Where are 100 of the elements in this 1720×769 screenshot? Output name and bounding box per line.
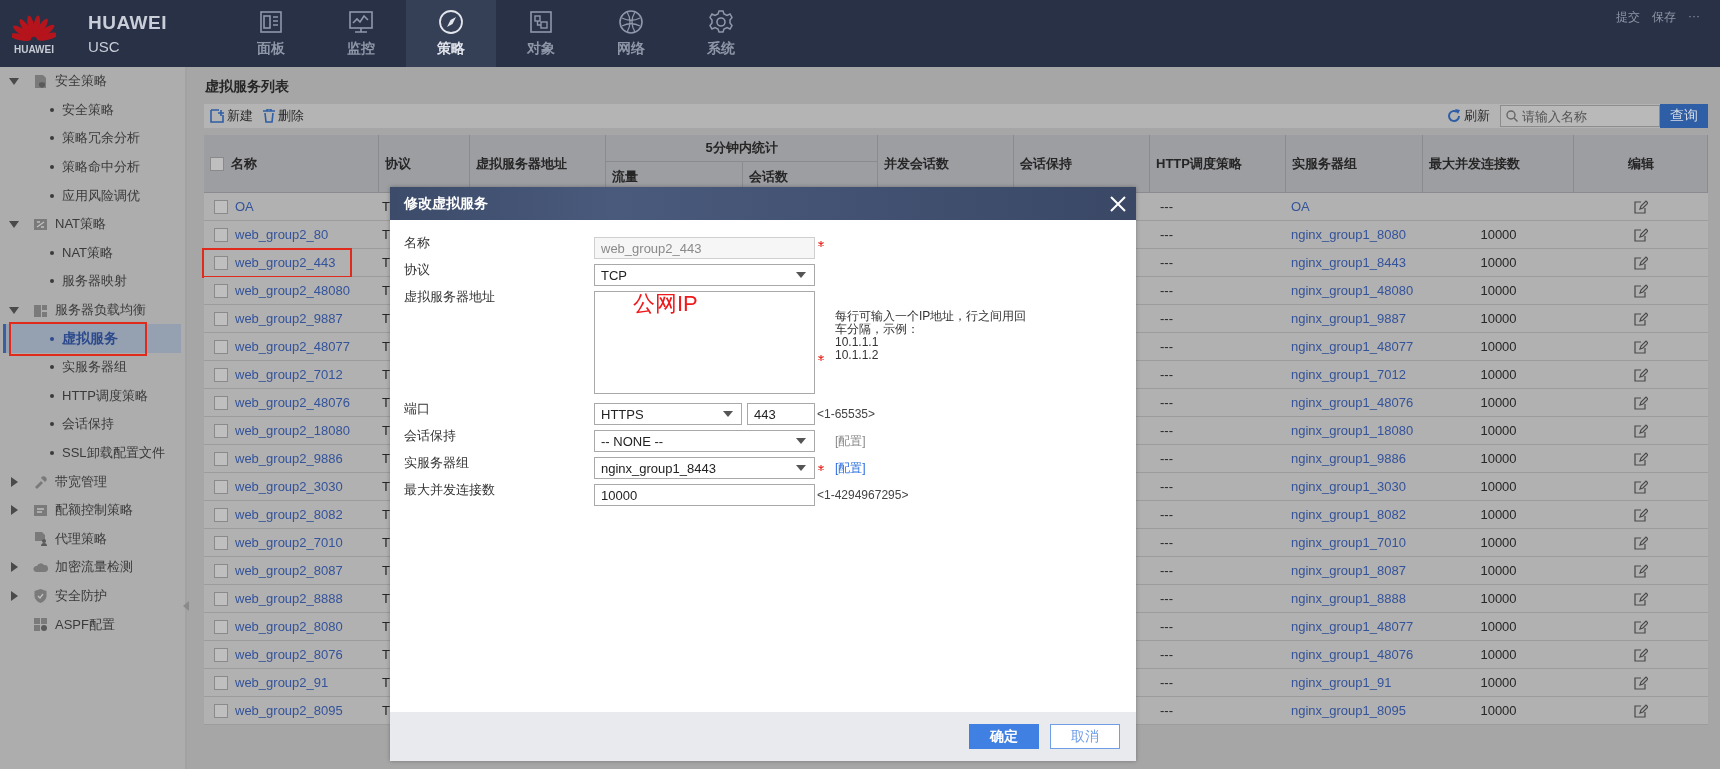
sidebar-item[interactable]: 实服务器组 (3, 352, 181, 382)
name-link[interactable]: web_group2_48076 (235, 395, 350, 410)
dropdown[interactable]: HTTPS (594, 403, 742, 425)
checkbox[interactable] (214, 311, 228, 326)
name-link[interactable]: web_group2_443 (235, 255, 336, 270)
nav-tab[interactable]: 策略 (406, 0, 496, 67)
checkbox[interactable] (214, 563, 228, 578)
name-link[interactable]: web_group2_7012 (235, 367, 343, 382)
delete-button[interactable]: 删除 (263, 107, 304, 125)
name-link[interactable]: web_group2_8082 (235, 507, 343, 522)
group-link[interactable]: nginx_group1_48076 (1291, 395, 1414, 410)
collapse-handle-icon[interactable] (183, 601, 189, 611)
caret-icon[interactable] (9, 476, 19, 487)
header-link[interactable]: ··· (1688, 9, 1700, 26)
edit-icon[interactable] (1634, 535, 1648, 550)
new-button[interactable]: 新建 (210, 107, 253, 125)
group-link[interactable]: nginx_group1_9886 (1291, 451, 1406, 466)
name-link[interactable]: web_group2_9887 (235, 311, 343, 326)
sidebar-item[interactable]: NAT策略 (3, 238, 181, 268)
edit-icon[interactable] (1634, 479, 1648, 494)
group-link[interactable]: nginx_group1_8080 (1291, 227, 1406, 242)
sidebar-item[interactable]: 策略命中分析 (3, 152, 181, 182)
edit-icon[interactable] (1634, 619, 1648, 634)
cancel-button[interactable]: 取消 (1050, 724, 1120, 749)
nav-tab[interactable]: 对象 (496, 0, 586, 67)
group-link[interactable]: nginx_group1_9887 (1291, 311, 1406, 326)
edit-icon[interactable] (1634, 283, 1648, 298)
checkbox[interactable] (214, 479, 228, 494)
text-area[interactable]: 公网IP (594, 291, 815, 394)
edit-icon[interactable] (1634, 395, 1648, 410)
name-link[interactable]: web_group2_48080 (235, 283, 350, 298)
sidebar-group[interactable]: 配额控制策略 (55, 501, 133, 520)
group-link[interactable]: nginx_group1_7012 (1291, 367, 1406, 382)
dropdown[interactable]: nginx_group1_8443 (594, 457, 815, 479)
checkbox[interactable] (214, 255, 228, 270)
checkbox[interactable] (214, 339, 228, 354)
edit-icon[interactable] (1634, 675, 1648, 690)
sidebar-group[interactable]: 代理策略 (55, 529, 107, 548)
name-link[interactable]: web_group2_3030 (235, 479, 343, 494)
caret-icon[interactable] (9, 505, 19, 516)
sidebar-item[interactable]: SSL卸载配置文件 (3, 438, 181, 468)
edit-icon[interactable] (1634, 311, 1648, 326)
nav-tab[interactable]: 系统 (676, 0, 766, 67)
group-link[interactable]: nginx_group1_8082 (1291, 507, 1406, 522)
sidebar-group[interactable]: 安全防护 (55, 587, 107, 605)
caret-icon[interactable] (9, 562, 19, 573)
name-link[interactable]: web_group2_91 (235, 675, 329, 690)
configure-link[interactable]: [配置] (835, 457, 866, 479)
name-link[interactable]: web_group2_7010 (235, 535, 343, 550)
checkbox[interactable] (214, 619, 228, 634)
group-link[interactable]: nginx_group1_8443 (1291, 255, 1406, 270)
edit-icon[interactable] (1634, 367, 1648, 382)
sidebar-item[interactable]: HTTP调度策略 (3, 381, 181, 411)
caret-icon[interactable] (9, 305, 19, 316)
group-link[interactable]: nginx_group1_48077 (1291, 619, 1414, 634)
sidebar-item[interactable]: 安全策略 (3, 95, 181, 125)
nav-tab[interactable]: 网络 (586, 0, 676, 67)
sidebar-group[interactable]: 安全策略 (55, 72, 107, 91)
checkbox[interactable] (214, 535, 228, 550)
nav-tab[interactable]: 面板 (226, 0, 316, 67)
edit-icon[interactable] (1634, 591, 1648, 606)
checkbox[interactable] (214, 451, 228, 466)
edit-icon[interactable] (1634, 563, 1648, 578)
search-button[interactable]: 查询 (1660, 104, 1708, 128)
sidebar-item[interactable]: 策略冗余分析 (3, 124, 181, 153)
port-field[interactable]: 443 (747, 403, 815, 425)
sidebar-group[interactable]: ASPF配置 (55, 615, 115, 634)
name-link[interactable]: web_group2_48077 (235, 339, 350, 354)
checkbox[interactable] (214, 591, 228, 606)
refresh-button[interactable]: 刷新 (1447, 107, 1490, 125)
caret-icon[interactable] (9, 76, 19, 87)
name-link[interactable]: web_group2_8095 (235, 703, 343, 718)
edit-icon[interactable] (1634, 339, 1648, 354)
name-link[interactable]: web_group2_8076 (235, 647, 343, 662)
edit-icon[interactable] (1634, 703, 1648, 718)
sidebar-item[interactable]: 服务器映射 (3, 267, 181, 296)
name-link[interactable]: web_group2_18080 (235, 423, 350, 438)
group-link[interactable]: nginx_group1_3030 (1291, 479, 1406, 494)
edit-icon[interactable] (1634, 507, 1648, 522)
caret-icon[interactable] (9, 591, 19, 601)
checkbox[interactable] (214, 675, 228, 690)
checkbox[interactable] (214, 227, 228, 242)
sidebar-group[interactable]: NAT策略 (55, 215, 107, 234)
group-link[interactable]: nginx_group1_8888 (1291, 591, 1406, 606)
name-link[interactable]: web_group2_9886 (235, 451, 343, 466)
edit-icon[interactable] (1634, 255, 1648, 270)
checkbox[interactable] (214, 283, 228, 298)
checkbox[interactable] (214, 395, 228, 410)
name-link[interactable]: web_group2_8080 (235, 619, 343, 634)
edit-icon[interactable] (1634, 647, 1648, 662)
sidebar-item[interactable]: 会话保持 (3, 410, 181, 439)
group-link[interactable]: nginx_group1_8095 (1291, 703, 1406, 718)
search-field[interactable]: 请输入名称 (1500, 105, 1660, 127)
caret-icon[interactable] (9, 219, 19, 230)
group-link[interactable]: OA (1291, 199, 1310, 214)
name-link[interactable]: web_group2_8087 (235, 563, 343, 578)
header-link[interactable]: 保存 (1652, 9, 1676, 26)
name-link[interactable]: OA (235, 199, 254, 214)
checkbox[interactable] (210, 156, 224, 171)
group-link[interactable]: nginx_group1_8087 (1291, 563, 1406, 578)
